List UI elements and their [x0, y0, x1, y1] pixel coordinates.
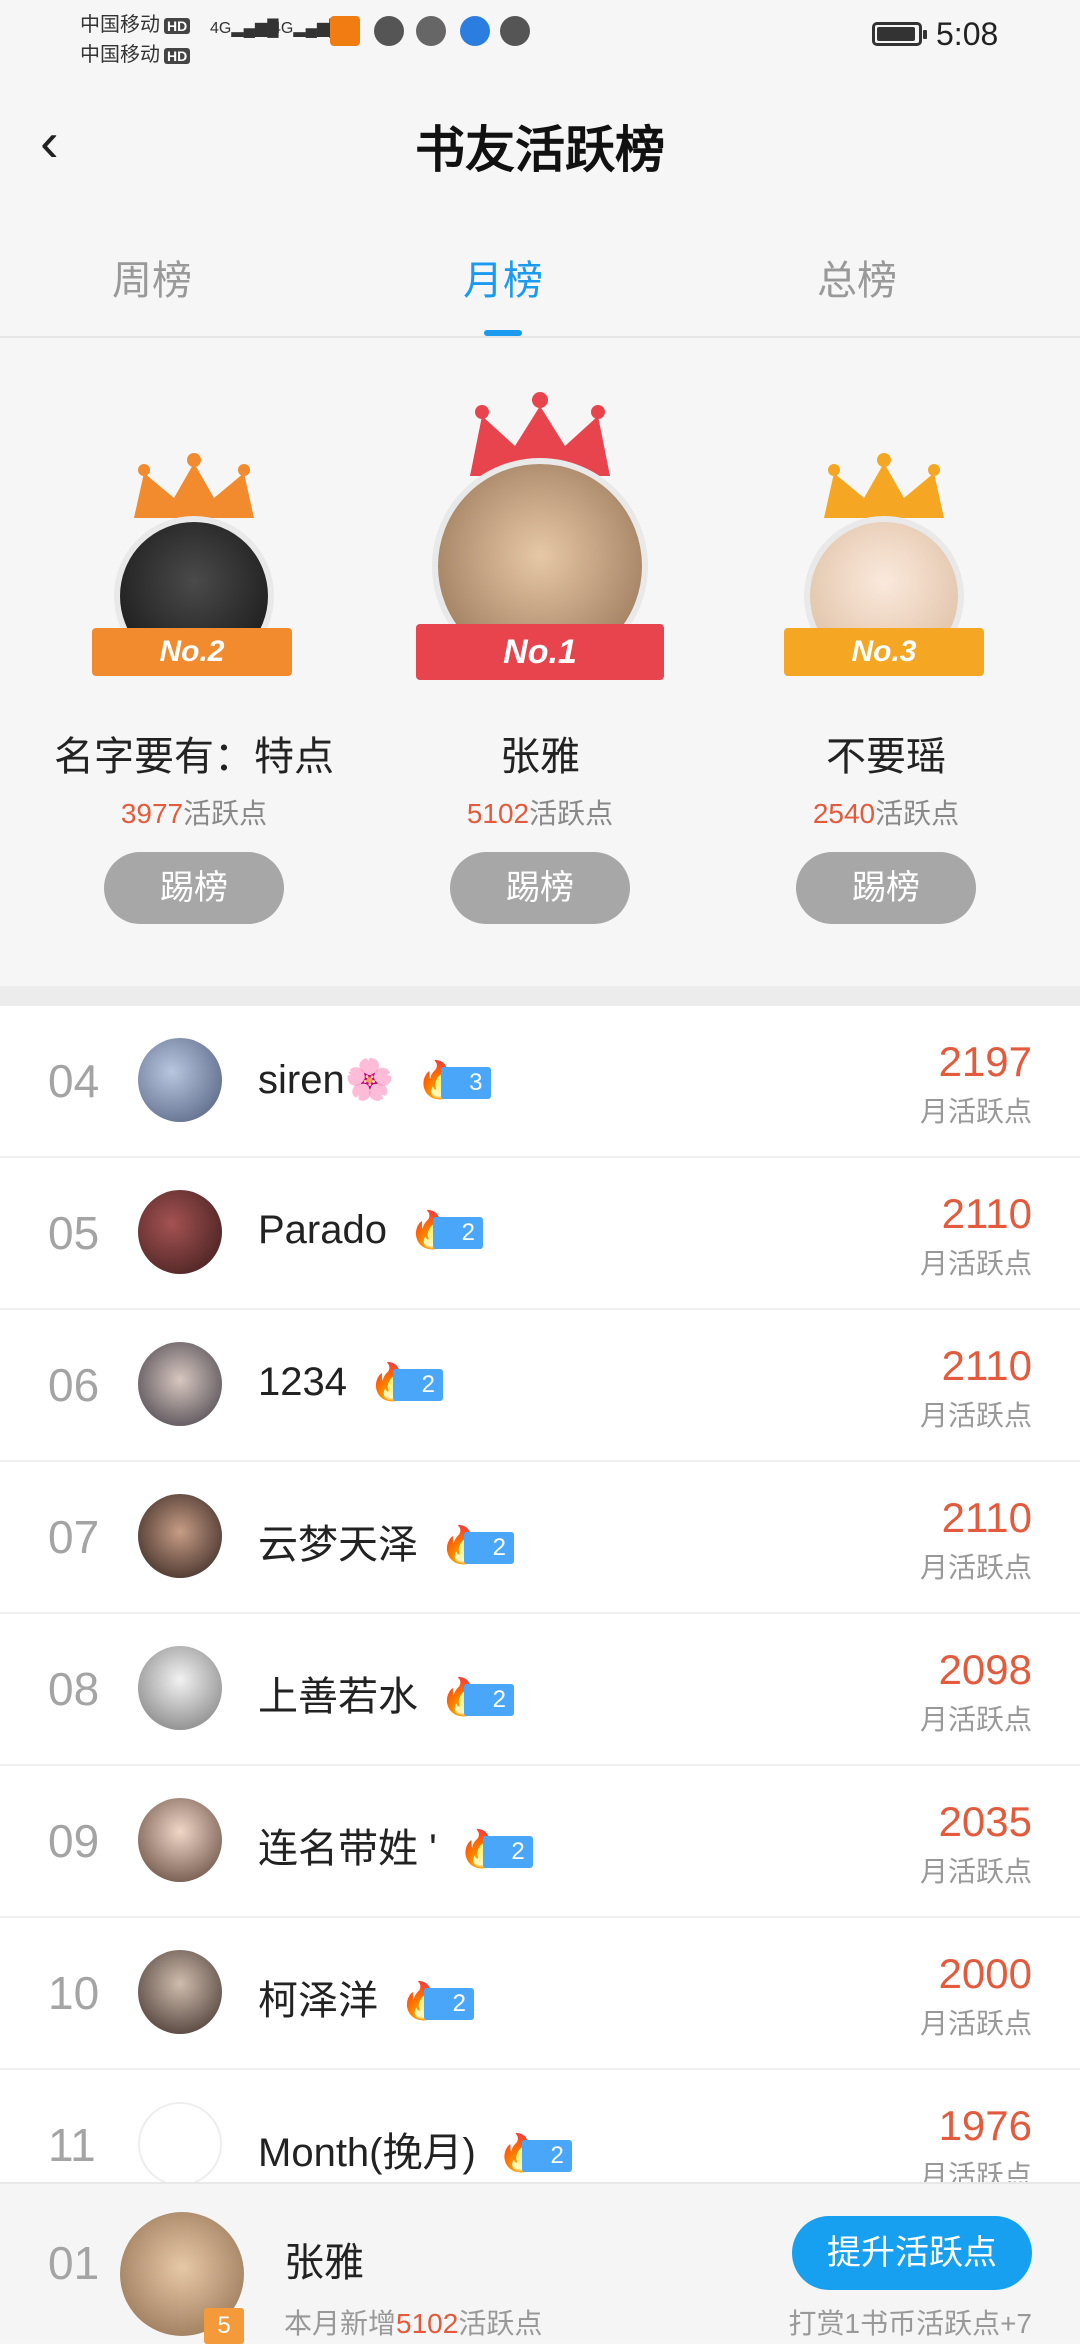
user-points: 1976 — [938, 2102, 1032, 2149]
user-name: 连名带姓 ' 🔥 2 — [258, 1816, 533, 1874]
points-label: 月活跃点 — [919, 1704, 1032, 1735]
battery-icon — [872, 22, 927, 46]
status-bar: 中国移动 HD 中国移动 HD 4G▂▄▆█ 4G▂▄▆█ 5:08 — [0, 0, 1080, 70]
level-badge: 🔥 3 — [417, 1059, 491, 1100]
user-name: 柯泽洋 🔥 2 — [258, 1968, 474, 2026]
level-badge: 🔥 2 — [440, 1676, 514, 1717]
boost-activity-button[interactable]: 提升活跃点 — [792, 2216, 1032, 2290]
list-item[interactable]: 05 Parado 🔥 2 2110 月活跃点 — [0, 1158, 1080, 1310]
avatar[interactable] — [138, 1494, 222, 1578]
level-badge: 🔥 2 — [498, 2132, 572, 2173]
user-name: Month(挽月) 🔥 2 — [258, 2120, 572, 2178]
user-points: 2110 — [941, 1342, 1032, 1389]
level-badge: 🔥 2 — [440, 1524, 514, 1565]
avatar[interactable] — [138, 1038, 222, 1122]
level-badge: 🔥 2 — [409, 1209, 483, 1250]
level-badge: 5 — [204, 2308, 244, 2344]
avatar[interactable] — [138, 1342, 222, 1426]
avatar[interactable] — [138, 1950, 222, 2034]
user-name: 名字要有：特点 — [54, 735, 334, 779]
rank-badge: No.2 — [92, 628, 292, 676]
kick-button[interactable]: 踢榜 — [796, 852, 976, 924]
user-name: 1234 🔥 2 — [258, 1360, 443, 1405]
taobao-icon — [330, 16, 360, 46]
rank-number: 11 — [48, 2119, 96, 2171]
shield-icon — [416, 16, 446, 46]
clock: 5:08 — [936, 16, 999, 52]
my-rank-number: 01 — [48, 2237, 100, 2289]
user-name: 不要瑶 — [826, 735, 946, 779]
rank-badge: No.1 — [416, 624, 664, 680]
rank-number: 08 — [48, 1663, 100, 1715]
kick-button[interactable]: 踢榜 — [104, 852, 284, 924]
my-monthly-points: 本月新增5102活跃点 — [284, 2308, 543, 2339]
avatar[interactable] — [138, 1190, 222, 1274]
user-points: 2110 — [941, 1494, 1032, 1541]
chat-icon — [374, 16, 404, 46]
alipay-icon — [500, 16, 530, 46]
user-name: 云梦天泽 🔥 2 — [258, 1512, 514, 1570]
section-gap — [0, 986, 1080, 1006]
user-points: 2540活跃点 — [812, 798, 960, 829]
user-name: siren🌸 🔥 3 — [258, 1056, 491, 1103]
points-label: 月活跃点 — [919, 1248, 1032, 1279]
list-item[interactable]: 10 柯泽洋 🔥 2 2000 月活跃点 — [0, 1918, 1080, 2070]
signal-icon: 4G▂▄▆█ — [210, 20, 279, 37]
rank-number: 07 — [48, 1511, 100, 1563]
list-item[interactable]: 04 siren🌸 🔥 3 2197 月活跃点 — [0, 1006, 1080, 1158]
rank-list: 04 siren🌸 🔥 3 2197 月活跃点 05 Parado 🔥 2 2110 月… — [0, 1006, 1080, 2222]
user-points: 5102活跃点 — [466, 798, 614, 829]
rank-number: 05 — [48, 1207, 100, 1259]
browser-icon — [460, 16, 490, 46]
kick-button[interactable]: 踢榜 — [450, 852, 630, 924]
user-points: 2110 — [941, 1190, 1032, 1237]
points-label: 月活跃点 — [919, 2008, 1032, 2039]
list-item[interactable]: 08 上善若水 🔥 2 2098 月活跃点 — [0, 1614, 1080, 1766]
user-name: 张雅 — [500, 735, 580, 779]
list-item[interactable]: 06 1234 🔥 2 2110 月活跃点 — [0, 1310, 1080, 1462]
rank-badge: No.3 — [784, 628, 984, 676]
list-item[interactable]: 09 连名带姓 ' 🔥 2 2035 月活跃点 — [0, 1766, 1080, 1918]
rank-number: 04 — [48, 1055, 100, 1107]
user-name: Parado 🔥 2 — [258, 1208, 483, 1253]
avatar[interactable] — [138, 1798, 222, 1882]
points-label: 月活跃点 — [919, 1552, 1032, 1583]
avatar[interactable] — [138, 1646, 222, 1730]
tab-weekly[interactable]: 周榜 — [112, 248, 192, 306]
user-points: 2000 — [938, 1950, 1032, 1997]
my-name: 张雅 — [284, 2241, 364, 2285]
podium: No.2 名字要有：特点 3977活跃点 踢榜 No.1 张雅 5102活跃点 … — [0, 338, 1080, 986]
carrier-label-2: 中国移动 HD — [80, 38, 191, 67]
my-rank-bar: 01 5 张雅 本月新增5102活跃点 提升活跃点 打赏1书币活跃点+7 — [0, 2182, 1080, 2344]
rank-number: 06 — [48, 1359, 100, 1411]
tab-total[interactable]: 总榜 — [817, 248, 897, 306]
list-item[interactable]: 07 云梦天泽 🔥 2 2110 月活跃点 — [0, 1462, 1080, 1614]
user-points: 3977活跃点 — [120, 798, 268, 829]
points-label: 月活跃点 — [919, 1400, 1032, 1431]
user-points: 2035 — [938, 1798, 1032, 1845]
carrier-label-1: 中国移动 HD — [80, 8, 191, 37]
level-badge: 🔥 2 — [459, 1828, 533, 1869]
rank-number: 10 — [48, 1967, 100, 2019]
reward-tip: 打赏1书币活跃点+7 — [788, 2308, 1033, 2339]
level-badge: 🔥 2 — [400, 1980, 474, 2021]
user-points: 2197 — [938, 1038, 1032, 1085]
user-name: 上善若水 🔥 2 — [258, 1664, 514, 1722]
avatar[interactable] — [138, 2102, 222, 2186]
points-label: 月活跃点 — [919, 1096, 1032, 1127]
tab-monthly[interactable]: 月榜 — [463, 248, 543, 306]
page-title: 书友活跃榜 — [415, 122, 665, 178]
rank-number: 09 — [48, 1815, 100, 1867]
points-label: 月活跃点 — [919, 1856, 1032, 1887]
level-badge: 🔥 2 — [369, 1361, 443, 1402]
user-points: 2098 — [938, 1646, 1032, 1693]
